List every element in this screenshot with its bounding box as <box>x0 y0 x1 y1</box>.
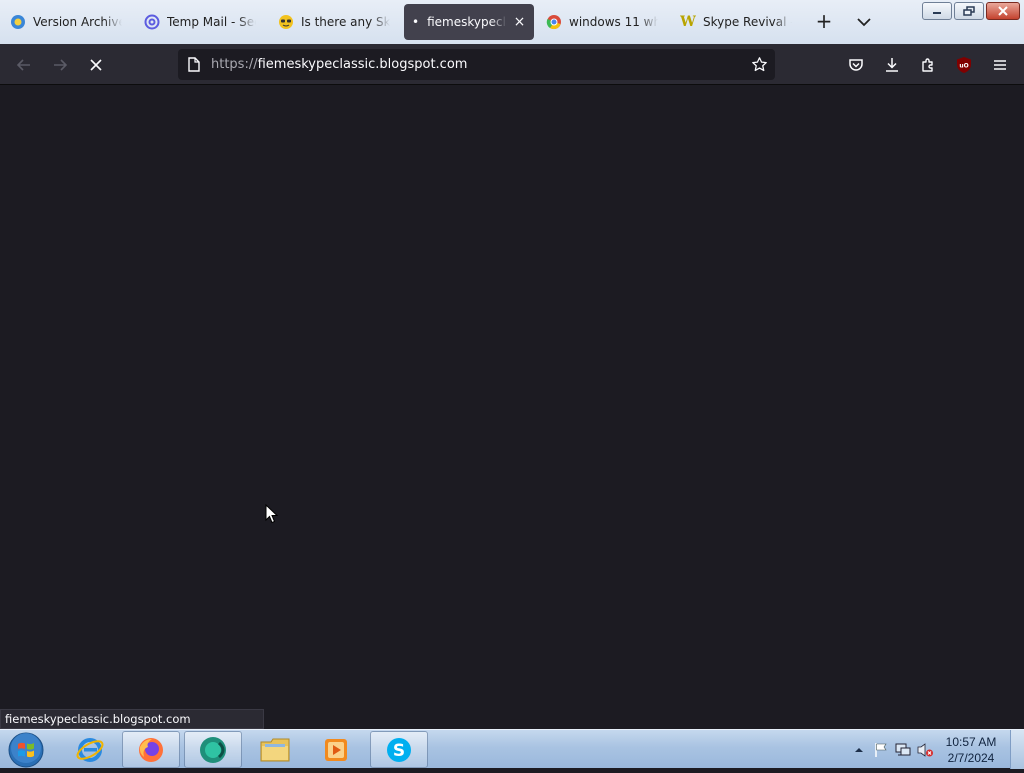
start-button[interactable] <box>6 731 46 769</box>
url-host: fiemeskypeclassic.blogspot.com <box>257 57 468 72</box>
download-icon <box>886 58 898 72</box>
page-info-icon[interactable] <box>187 57 201 72</box>
chevron-up-icon <box>855 747 863 752</box>
hamburger-menu-icon <box>994 60 1006 70</box>
close-tab-icon[interactable]: × <box>513 14 526 30</box>
tab-fiemeskypeclassic[interactable]: • fiemeskypecla × <box>404 4 534 40</box>
tab-temp-mail[interactable]: Temp Mail - Secu <box>136 4 264 40</box>
address-bar[interactable]: https://fiemeskypeclassic.blogspot.com <box>178 49 775 80</box>
tab-title: fiemeskypecla <box>427 15 508 29</box>
skype-icon: S <box>387 737 411 762</box>
svg-text:S: S <box>393 741 405 761</box>
window-controls <box>922 2 1020 20</box>
close-icon <box>998 6 1008 16</box>
svg-text:uO: uO <box>959 63 968 70</box>
forward-arrow-icon <box>54 59 68 71</box>
clock-date: 2/7/2024 <box>947 750 995 765</box>
bookmark-star-icon[interactable] <box>751 56 768 73</box>
tab-title: Is there any Skyp <box>301 15 390 29</box>
internet-explorer-icon <box>76 737 104 762</box>
minimize-icon <box>933 12 941 14</box>
taskbar-green-app[interactable] <box>184 731 242 768</box>
restore-icon <box>963 6 975 16</box>
flag-icon <box>875 742 887 757</box>
url-scheme: https:// <box>211 57 258 72</box>
minimize-button[interactable] <box>922 2 952 20</box>
system-clock[interactable]: 10:57 AM 2/7/2024 <box>936 734 1006 766</box>
windows-orb-icon <box>8 732 44 768</box>
stop-loading-button[interactable] <box>83 52 109 78</box>
show-desktop-button[interactable] <box>1010 730 1024 769</box>
taskbar-skype[interactable]: S <box>370 731 428 768</box>
loading-dot-icon: • <box>412 15 420 29</box>
url-text[interactable]: https://fiemeskypeclassic.blogspot.com <box>211 57 467 72</box>
windows-taskbar: S 10:57 AM 2/7/2024 <box>0 729 1024 769</box>
app-menu-button[interactable] <box>987 52 1013 78</box>
ublock-shield-icon: uO <box>957 57 971 73</box>
puzzle-piece-icon <box>922 58 933 72</box>
w-icon: W <box>680 14 696 30</box>
downloads-button[interactable] <box>879 52 905 78</box>
tab-skype-question[interactable]: Is there any Skyp <box>270 4 398 40</box>
chrome-icon <box>546 14 562 30</box>
at-sign-icon <box>144 14 160 30</box>
tab-title: Temp Mail - Secu <box>167 15 256 29</box>
green-circle-app-icon <box>200 736 226 763</box>
tab-skype-revival[interactable]: W Skype Revival - v <box>672 4 800 40</box>
taskbar-media-player[interactable] <box>307 731 365 768</box>
stop-icon <box>90 59 102 71</box>
close-window-button[interactable] <box>986 2 1020 20</box>
volume-button[interactable] <box>914 739 936 761</box>
system-tray: 10:57 AM 2/7/2024 <box>848 730 1024 769</box>
clock-time: 10:57 AM <box>945 734 997 749</box>
pocket-button[interactable] <box>843 52 869 78</box>
page-content-area <box>0 85 1024 728</box>
show-hidden-icons-button[interactable] <box>848 739 870 761</box>
firefox-icon <box>139 737 163 762</box>
list-all-tabs-button[interactable] <box>852 10 876 34</box>
ublock-origin-button[interactable]: uO <box>951 52 977 78</box>
pocket-icon <box>849 59 863 71</box>
tab-title: Version Archive - <box>33 15 122 29</box>
extensions-button[interactable] <box>915 52 941 78</box>
glasses-emoji-icon <box>278 14 294 30</box>
volume-muted-icon <box>917 742 933 757</box>
status-link-preview: fiemeskypeclassic.blogspot.com <box>0 709 264 729</box>
tab-windows-11[interactable]: windows 11 whit <box>538 4 666 40</box>
taskbar-file-explorer[interactable] <box>246 731 304 768</box>
tab-strip: Version Archive - Temp Mail - Secu Is th… <box>0 0 1024 44</box>
archive-icon <box>10 14 26 30</box>
taskbar-internet-explorer[interactable] <box>61 731 119 768</box>
media-player-icon <box>325 738 347 761</box>
chevron-down-icon <box>857 18 871 27</box>
forward-button[interactable] <box>47 52 73 78</box>
folder-icon <box>260 738 290 761</box>
back-arrow-icon <box>16 59 30 71</box>
taskbar-firefox[interactable] <box>122 731 180 768</box>
network-button[interactable] <box>892 739 914 761</box>
action-center-button[interactable] <box>870 739 892 761</box>
tab-title: Skype Revival - v <box>703 15 792 29</box>
new-tab-button[interactable]: + <box>812 10 836 34</box>
navigation-toolbar: https://fiemeskypeclassic.blogspot.com u… <box>0 44 1024 85</box>
restore-button[interactable] <box>954 2 984 20</box>
network-icon <box>895 743 911 755</box>
back-button[interactable] <box>11 52 37 78</box>
mouse-cursor-icon <box>265 504 279 524</box>
tab-version-archive[interactable]: Version Archive - <box>2 4 130 40</box>
tab-title: windows 11 whit <box>569 15 658 29</box>
